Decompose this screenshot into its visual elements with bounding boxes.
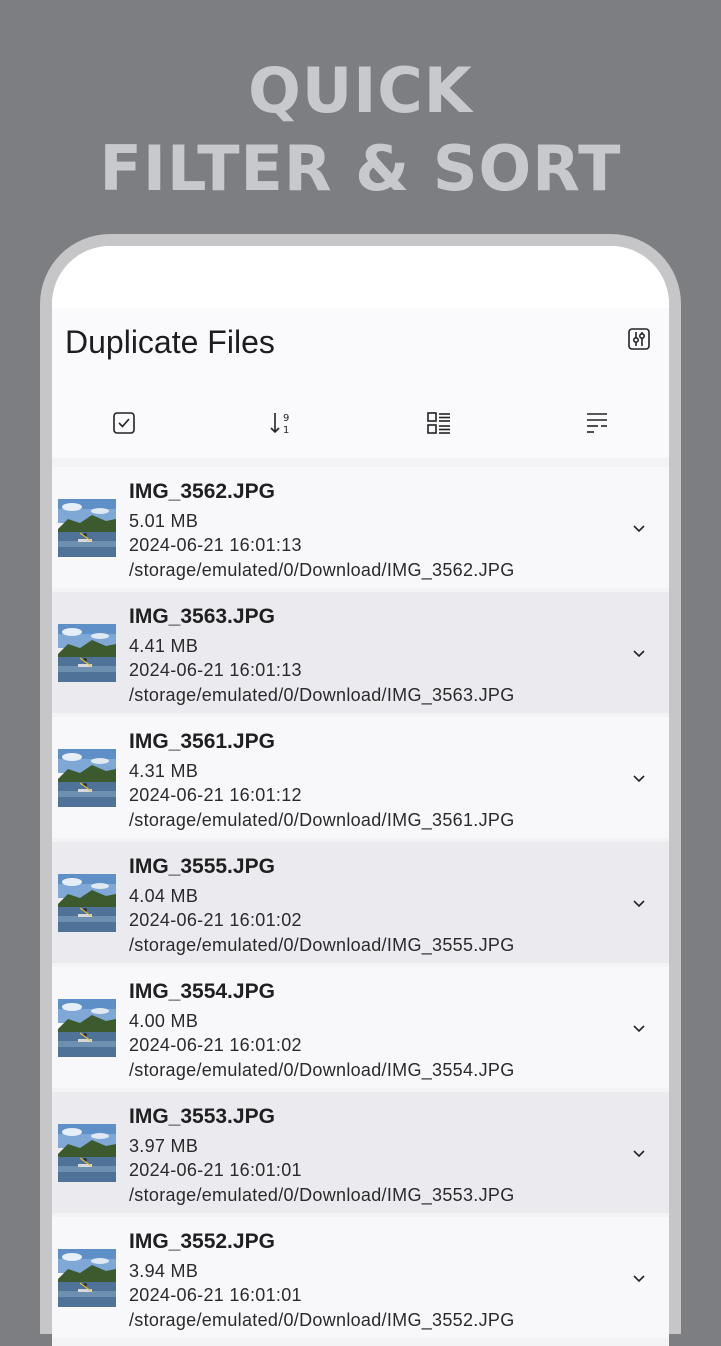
chevron-down-icon bbox=[633, 900, 645, 908]
file-thumbnail bbox=[58, 874, 116, 932]
file-thumbnail bbox=[58, 1124, 116, 1182]
file-row[interactable]: IMG_3562.JPG 5.01 MB 2024-06-21 16:01:13… bbox=[52, 467, 669, 588]
file-date: 2024-06-21 16:01:13 bbox=[129, 535, 302, 555]
file-thumbnail bbox=[58, 999, 116, 1057]
select-all-button[interactable] bbox=[109, 408, 139, 438]
file-size: 4.00 MB bbox=[129, 1011, 199, 1031]
expand-button[interactable] bbox=[628, 1142, 650, 1164]
file-path: /storage/emulated/0/Download/IMG_3555.JP… bbox=[129, 935, 515, 955]
sort-button[interactable]: 9 1 bbox=[266, 408, 296, 438]
expand-button[interactable] bbox=[628, 892, 650, 914]
file-path: /storage/emulated/0/Download/IMG_3563.JP… bbox=[129, 685, 515, 705]
file-size: 4.04 MB bbox=[129, 886, 199, 906]
file-path: /storage/emulated/0/Download/IMG_3553.JP… bbox=[129, 1185, 515, 1205]
file-row[interactable]: IMG_3552.JPG 3.94 MB 2024-06-21 16:01:01… bbox=[52, 1217, 669, 1338]
filter-button[interactable] bbox=[626, 326, 652, 352]
file-thumbnail bbox=[58, 1249, 116, 1307]
action-toolbar: 9 1 bbox=[52, 394, 669, 448]
promo-line-1: QUICK bbox=[248, 54, 473, 127]
chevron-down-icon bbox=[633, 775, 645, 783]
file-name: IMG_3553.JPG bbox=[129, 1105, 275, 1128]
file-row[interactable]: IMG_3554.JPG 4.00 MB 2024-06-21 16:01:02… bbox=[52, 967, 669, 1088]
group-list-icon bbox=[587, 413, 607, 433]
expand-button[interactable] bbox=[628, 642, 650, 664]
file-thumbnail bbox=[58, 624, 116, 682]
checkbox-icon bbox=[113, 412, 135, 434]
file-thumbnail bbox=[58, 749, 116, 807]
file-thumbnail bbox=[58, 499, 116, 557]
file-name: IMG_3561.JPG bbox=[129, 730, 275, 753]
file-date: 2024-06-21 16:01:01 bbox=[129, 1160, 302, 1180]
promo-headline: QUICK FILTER & SORT bbox=[0, 52, 721, 208]
group-button[interactable] bbox=[582, 408, 612, 438]
expand-button[interactable] bbox=[628, 1017, 650, 1039]
promo-line-2: FILTER & SORT bbox=[99, 132, 622, 205]
expand-button[interactable] bbox=[628, 767, 650, 789]
svg-text:1: 1 bbox=[283, 425, 289, 436]
file-row[interactable]: IMG_3555.JPG 4.04 MB 2024-06-21 16:01:02… bbox=[52, 842, 669, 963]
file-name: IMG_3554.JPG bbox=[129, 980, 275, 1003]
file-path: /storage/emulated/0/Download/IMG_3552.JP… bbox=[129, 1310, 515, 1330]
chevron-down-icon bbox=[633, 1150, 645, 1158]
file-size: 4.41 MB bbox=[129, 636, 199, 656]
file-date: 2024-06-21 16:01:02 bbox=[129, 910, 302, 930]
file-name: IMG_3562.JPG bbox=[129, 480, 275, 503]
chevron-down-icon bbox=[633, 650, 645, 658]
file-date: 2024-06-21 16:01:13 bbox=[129, 660, 302, 680]
chevron-down-icon bbox=[633, 1275, 645, 1283]
phone-screen: Duplicate Files 9 1 IMG_3562.JPG 5.01 MB… bbox=[52, 246, 669, 1346]
file-size: 3.97 MB bbox=[129, 1136, 199, 1156]
list-view-icon bbox=[427, 412, 450, 434]
status-bar bbox=[52, 246, 669, 308]
file-name: IMG_3563.JPG bbox=[129, 605, 275, 628]
svg-text:9: 9 bbox=[283, 413, 289, 424]
file-row[interactable]: IMG_3561.JPG 4.31 MB 2024-06-21 16:01:12… bbox=[52, 717, 669, 838]
tune-icon bbox=[628, 328, 650, 350]
file-size: 5.01 MB bbox=[129, 511, 199, 531]
file-size: 4.31 MB bbox=[129, 761, 199, 781]
phone-frame: Duplicate Files 9 1 IMG_3562.JPG 5.01 MB… bbox=[40, 234, 681, 1346]
expand-button[interactable] bbox=[628, 1267, 650, 1289]
sort-numeric-icon: 9 1 bbox=[270, 413, 289, 436]
file-date: 2024-06-21 16:01:01 bbox=[129, 1285, 302, 1305]
file-date: 2024-06-21 16:01:02 bbox=[129, 1035, 302, 1055]
file-path: /storage/emulated/0/Download/IMG_3562.JP… bbox=[129, 560, 515, 580]
page-title: Duplicate Files bbox=[65, 324, 275, 360]
file-row[interactable]: IMG_3553.JPG 3.97 MB 2024-06-21 16:01:01… bbox=[52, 1092, 669, 1213]
file-size: 3.94 MB bbox=[129, 1261, 199, 1281]
expand-button[interactable] bbox=[628, 517, 650, 539]
file-row[interactable]: IMG_3563.JPG 4.41 MB 2024-06-21 16:01:13… bbox=[52, 592, 669, 713]
view-mode-button[interactable] bbox=[424, 408, 454, 438]
file-path: /storage/emulated/0/Download/IMG_3554.JP… bbox=[129, 1060, 515, 1080]
file-name: IMG_3555.JPG bbox=[129, 855, 275, 878]
file-date: 2024-06-21 16:01:12 bbox=[129, 785, 302, 805]
file-name: IMG_3552.JPG bbox=[129, 1230, 275, 1253]
chevron-down-icon bbox=[633, 1025, 645, 1033]
file-list: IMG_3562.JPG 5.01 MB 2024-06-21 16:01:13… bbox=[52, 467, 669, 1342]
chevron-down-icon bbox=[633, 525, 645, 533]
file-path: /storage/emulated/0/Download/IMG_3561.JP… bbox=[129, 810, 515, 830]
